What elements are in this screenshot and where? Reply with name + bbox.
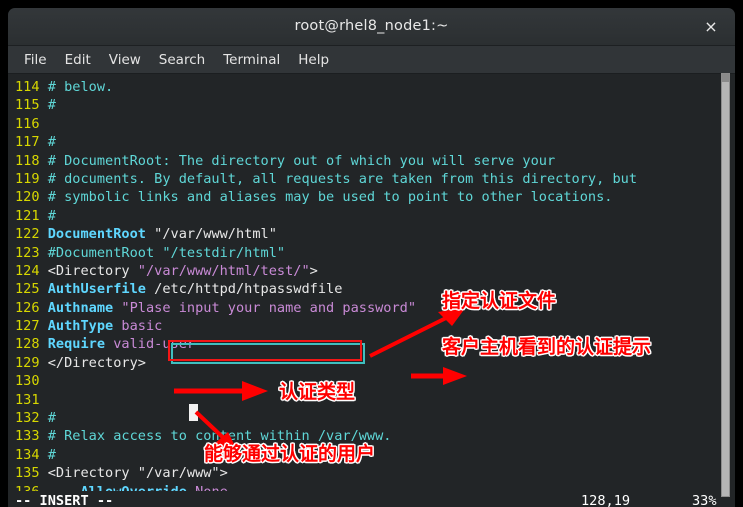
menu-item-view[interactable]: View <box>100 49 150 71</box>
line-number: 127 <box>15 318 48 335</box>
terminal-body[interactable]: 114 # below. 115 #116 117 #118 # Document… <box>8 74 735 507</box>
line-number: 125 <box>15 281 48 298</box>
code-token: # symbolic links and aliases may be used… <box>47 189 613 206</box>
code-token: > <box>219 465 228 482</box>
vim-status-line: -- INSERT -- 128,19 33% <box>8 491 735 507</box>
editor-line: 116 <box>8 115 735 133</box>
editor-line: 123 #DocumentRoot "/testdir/html" <box>8 244 735 262</box>
line-number: 133 <box>15 428 48 445</box>
line-number: 121 <box>15 207 48 224</box>
code-token: # documents. By default, all requests ar… <box>47 170 638 187</box>
code-token: <Directory <box>47 465 130 482</box>
cursor-position: 128,19 <box>581 493 631 507</box>
editor-line: 118 # DocumentRoot: The directory out of… <box>8 152 735 170</box>
code-token: # <box>47 410 56 427</box>
code-token: # DocumentRoot: The directory out of whi… <box>47 152 556 169</box>
editor-lines: 114 # below. 115 #116 117 #118 # Document… <box>8 78 735 501</box>
line-number: 117 <box>15 134 48 151</box>
line-number: 128 <box>15 336 48 353</box>
scrollbar-thumb[interactable] <box>722 74 729 82</box>
code-token: "/var/www" <box>129 465 220 482</box>
annotation-label-auth-file: 指定认证文件 <box>442 290 557 312</box>
vim-mode-indicator: -- INSERT -- <box>15 493 114 507</box>
menu-item-help[interactable]: Help <box>289 49 338 71</box>
editor-line: 132 # <box>8 409 735 427</box>
code-token: #DocumentRoot "/testdir/html" <box>47 244 286 261</box>
editor-line: 120 # symbolic links and aliases may be … <box>8 188 735 206</box>
scroll-percentage: 33% <box>692 493 717 507</box>
line-number: 135 <box>15 465 48 482</box>
line-number: 119 <box>15 170 48 187</box>
editor-line: 124 <Directory "/var/www/html/test/"> <box>8 262 735 280</box>
text-cursor <box>189 404 198 421</box>
menu-item-edit[interactable]: Edit <box>56 49 100 71</box>
code-token: "Plase input your name and password" <box>113 299 417 316</box>
code-token: DocumentRoot <box>47 226 146 243</box>
line-number: 115 <box>15 97 48 114</box>
line-number: 129 <box>15 354 48 371</box>
window-titlebar[interactable]: root@rhel8_node1:~ × <box>8 8 735 46</box>
line-number: 124 <box>15 262 48 279</box>
editor-line: 130 <box>8 372 735 390</box>
line-number: 122 <box>15 226 48 243</box>
editor-line: 122 DocumentRoot "/var/www/html" <box>8 225 735 243</box>
code-token: # <box>47 97 56 114</box>
annotation-label-auth-type: 认证类型 <box>279 381 356 403</box>
line-number: 126 <box>15 299 48 316</box>
line-number: 134 <box>15 446 48 463</box>
code-token: Require <box>47 336 106 353</box>
editor-line: 135 <Directory "/var/www"> <box>8 464 735 482</box>
close-icon[interactable]: × <box>701 17 721 37</box>
line-number: 116 <box>15 115 48 132</box>
code-token: > <box>309 262 318 279</box>
editor-line: 119 # documents. By default, all request… <box>8 170 735 188</box>
menu-item-terminal[interactable]: Terminal <box>214 49 289 71</box>
editor-line: 114 # below. <box>8 78 735 96</box>
code-token: AuthUserfile <box>47 281 146 298</box>
code-token: AuthType <box>47 318 114 335</box>
annotation-label-auth-prompt: 客户主机看到的认证提示 <box>442 336 652 358</box>
line-number: 123 <box>15 244 48 261</box>
menu-item-file[interactable]: File <box>15 49 56 71</box>
line-number: 118 <box>15 152 48 169</box>
code-token: "/var/www/html" <box>145 226 277 243</box>
editor-line: 126 Authname "Plase input your name and … <box>8 299 735 317</box>
editor-line: 125 AuthUserfile /etc/httpd/htpasswdfile <box>8 280 735 298</box>
editor-line: 121 # <box>8 207 735 225</box>
code-token: basic <box>113 318 163 335</box>
highlight-box-red <box>168 340 362 361</box>
screenshot-root: root@rhel8_node1:~ × File Edit View Sear… <box>0 0 743 507</box>
editor-line: 115 # <box>8 96 735 114</box>
menu-item-search[interactable]: Search <box>150 49 214 71</box>
code-token: <Directory <box>47 262 130 279</box>
code-token: # <box>47 134 56 151</box>
window-title: root@rhel8_node1:~ <box>294 18 449 34</box>
code-token: Authname <box>47 299 114 316</box>
line-number: 131 <box>15 391 48 408</box>
menubar: File Edit View Search Terminal Help <box>8 46 735 74</box>
line-number: 120 <box>15 189 48 206</box>
code-token: "/var/www/html/test/" <box>129 262 310 279</box>
code-token: /etc/httpd/htpasswdfile <box>145 281 343 298</box>
annotation-label-auth-user: 能够通过认证的用户 <box>204 443 376 465</box>
editor-line: 131 <box>8 391 735 409</box>
code-token: # <box>47 207 56 224</box>
line-number: 114 <box>15 79 48 95</box>
line-number: 130 <box>15 373 48 390</box>
scrollbar[interactable] <box>721 73 730 497</box>
line-number: 132 <box>15 410 48 427</box>
terminal-window: root@rhel8_node1:~ × File Edit View Sear… <box>8 8 735 507</box>
editor-line: 117 # <box>8 133 735 151</box>
code-token: # <box>47 446 56 463</box>
code-token: # below. <box>47 79 114 95</box>
code-token: </Directory> <box>47 354 146 371</box>
